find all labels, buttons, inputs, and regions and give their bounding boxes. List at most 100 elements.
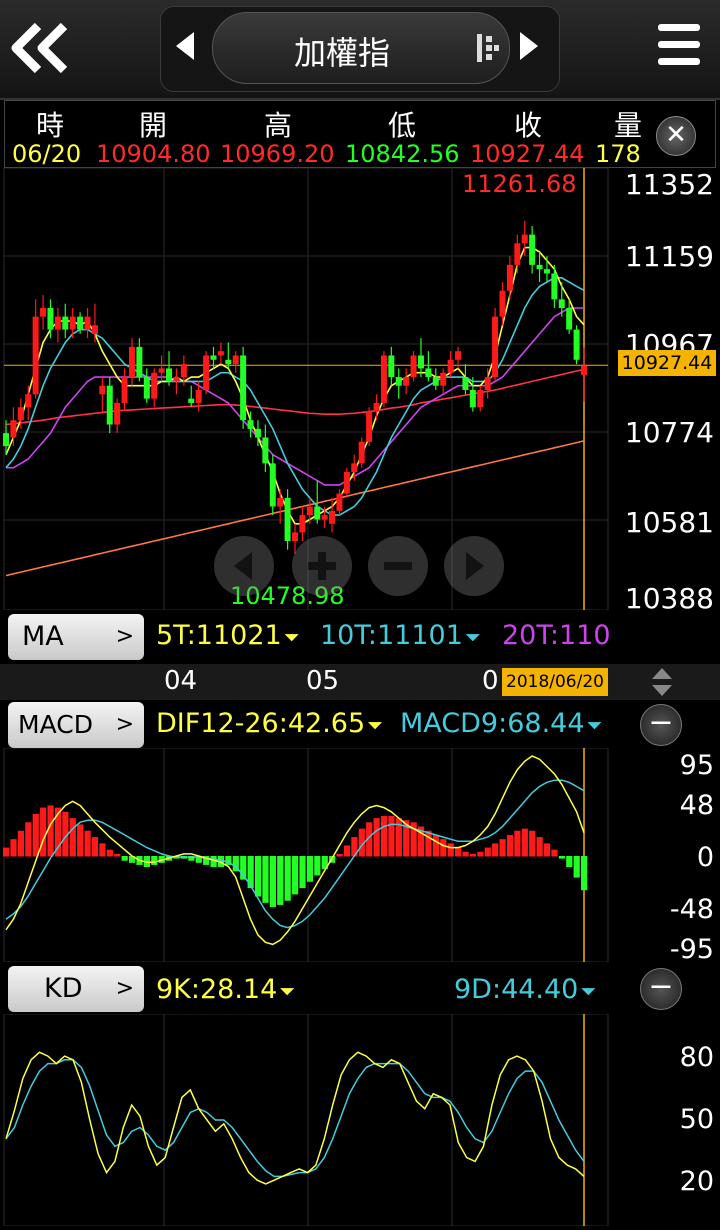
ma20-value: 20T:110 <box>502 620 610 651</box>
candle-body <box>217 351 224 356</box>
candle-body <box>47 308 54 330</box>
macd-histogram-bar <box>10 839 17 857</box>
candle-body <box>91 325 98 334</box>
macd-histogram-bar <box>77 824 84 857</box>
candle-body <box>329 510 336 524</box>
candle-body <box>203 355 210 390</box>
double-chevron-left-icon[interactable] <box>8 20 72 76</box>
candle-body <box>128 346 135 378</box>
macd-chart[interactable] <box>0 748 720 962</box>
d-value: 9D:44.40 ⏷ <box>454 974 597 1005</box>
candle-body <box>232 355 239 365</box>
macd-histogram-bar <box>84 830 91 857</box>
candle-body <box>477 390 484 408</box>
macd-histogram-bar <box>277 856 284 905</box>
macd-histogram-bar <box>425 830 432 857</box>
candle-body <box>366 411 373 442</box>
drag-handle-icon[interactable] <box>474 32 500 68</box>
resize-icon[interactable] <box>650 666 674 702</box>
macd-histogram-bar <box>462 851 469 857</box>
prev-symbol-icon[interactable] <box>172 28 198 68</box>
candle-body <box>121 377 128 403</box>
close-icon[interactable]: ✕ <box>656 116 696 156</box>
date-axis <box>0 664 720 700</box>
candle-body <box>425 368 432 378</box>
kd-button-label: KD <box>44 973 83 1004</box>
candle-body <box>551 273 558 300</box>
candle-body <box>358 441 365 464</box>
macd-histogram-bar <box>484 847 491 857</box>
candle-body <box>558 299 565 309</box>
candle-body <box>3 433 9 447</box>
candle-body <box>136 346 143 378</box>
candle-body <box>403 377 410 386</box>
macd-histogram-bar <box>469 853 477 857</box>
next-symbol-icon[interactable] <box>516 28 542 68</box>
macd-histogram-bar <box>254 856 262 897</box>
macd-button[interactable]: MACD > <box>8 702 144 748</box>
hamburger-icon[interactable] <box>658 24 700 70</box>
macd9-value: MACD9:68.44 ⏷ <box>400 708 603 739</box>
label-time: 時 <box>35 109 64 142</box>
candle-body <box>99 385 106 395</box>
value-date: 06/20 <box>12 140 82 168</box>
macd-button-label: MACD <box>18 710 93 739</box>
candle-body <box>84 316 91 330</box>
macd-histogram-bar <box>492 843 499 857</box>
value-high: 10969.20 <box>220 140 335 168</box>
macd-histogram-bar <box>151 856 158 865</box>
value-low: 10842.56 <box>345 140 460 168</box>
candle-body <box>32 316 39 395</box>
candle-body <box>380 355 387 403</box>
candle-body <box>336 493 343 511</box>
label-open: 開 <box>138 109 167 142</box>
price-axis-label: 11159 <box>624 240 714 273</box>
value-open: 10904.80 <box>96 140 211 168</box>
chevron-right-icon: > <box>115 712 134 737</box>
candle-body <box>25 394 32 408</box>
date-label: 04 <box>164 666 198 696</box>
candle-body <box>106 385 113 425</box>
candle-body <box>484 377 491 390</box>
candle-body <box>566 308 573 330</box>
ma-button-label: MA <box>22 621 64 652</box>
price-axis-label: 10774 <box>624 416 714 449</box>
candle-body <box>395 377 402 386</box>
candle-body <box>158 368 165 373</box>
plot-frame <box>3 1014 609 1226</box>
page-title: 加權指 <box>293 34 390 72</box>
minimize-icon[interactable]: − <box>640 968 682 1010</box>
candle-body <box>388 355 395 378</box>
macd-histogram-bar <box>40 807 47 857</box>
ma-button[interactable]: MA > <box>8 614 144 660</box>
macd-histogram-bar <box>373 818 380 857</box>
macd-histogram-bar <box>47 805 54 857</box>
kd-button[interactable]: KD > <box>8 966 144 1012</box>
kd-axis-label: 50 <box>679 1104 714 1135</box>
macd-histogram-bar <box>3 847 10 857</box>
ma5-value: 5T:11021 ⏷ <box>156 620 300 651</box>
macd-histogram-bar <box>506 834 514 857</box>
ma10-value: 10T:11101 ⏷ <box>320 620 481 651</box>
macd-histogram-bar <box>558 856 565 859</box>
candle-body <box>77 316 84 330</box>
macd-histogram-bar <box>306 856 314 882</box>
candle-body <box>210 355 217 360</box>
candle-body <box>180 364 187 378</box>
macd-axis-label: 0 <box>696 842 714 873</box>
value-volume: 178 <box>595 140 641 168</box>
candle-body <box>240 355 247 421</box>
macd-histogram-bar <box>543 843 551 857</box>
minimize-icon[interactable]: − <box>640 704 682 746</box>
candle-body <box>195 390 202 403</box>
macd-axis-label: -95 <box>669 934 714 965</box>
macd-histogram-bar <box>551 849 558 857</box>
label-high: 高 <box>263 109 292 142</box>
kd-chart[interactable] <box>0 1014 720 1226</box>
macd-histogram-bar <box>69 818 76 857</box>
chevron-right-icon: > <box>115 976 134 1001</box>
candle-body <box>343 471 350 494</box>
candle-body <box>373 402 380 412</box>
price-axis-label: 10388 <box>624 582 714 615</box>
candle-body <box>54 316 61 330</box>
